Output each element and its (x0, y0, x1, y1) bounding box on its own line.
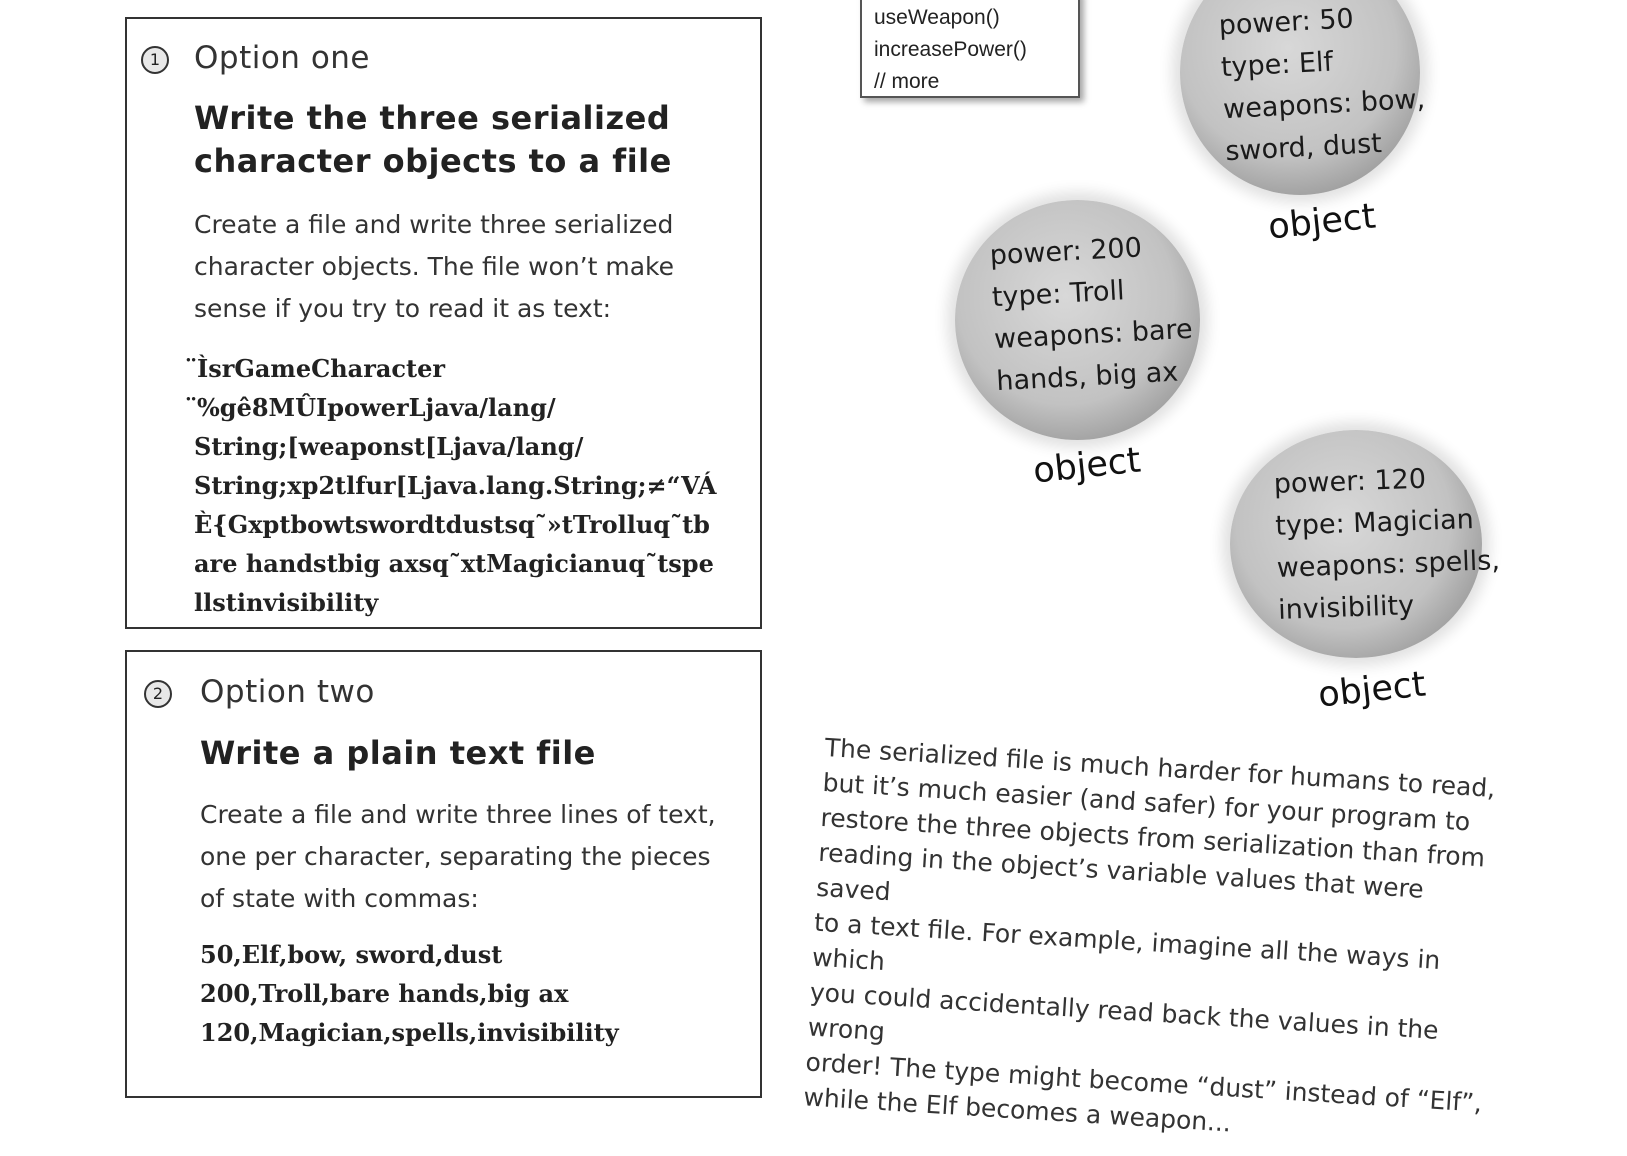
plain-text-file-content: 50,Elf,bow, sword,dust 200,Troll,bare ha… (200, 935, 619, 1052)
serialized-line: ¨%gê8MÛIpowerLjava/lang/ (185, 393, 556, 422)
plain-text-line: 50,Elf,bow, sword,dust (200, 940, 503, 969)
troll-object: power: 200 type: Troll weapons: bare han… (955, 200, 1215, 500)
serialized-line: are handstbig axsq˜xtMagicianuq˜tspe (194, 549, 714, 578)
object-state-text: power: 200 type: Troll weapons: bare han… (989, 225, 1196, 403)
option-one-description-line: character objects. The file won’t make (194, 252, 675, 281)
option-two-description-line: one per character, separating the pieces (200, 842, 711, 871)
plain-text-line: 200,Troll,bare hands,big ax (200, 979, 569, 1008)
option-one-title: Option one (194, 40, 370, 76)
option-one-heading-line: Write the three serialized (194, 99, 671, 137)
option-two-description-line: of state with commas: (200, 884, 479, 913)
option-one-description-line: Create a file and write three serialized (194, 210, 674, 239)
serialized-line: ¨ÌsrGameCharacter (185, 354, 446, 383)
serialized-line: È{Gxptbowtswordtdustsq˜»tTrolluq˜tb (194, 510, 710, 539)
object-label: object (1031, 440, 1143, 492)
option-one-number: 1 (141, 46, 169, 74)
option-two-number: 2 (144, 680, 172, 708)
option-one-panel: 1 Option one Write the three serialized … (125, 17, 762, 629)
method-line: useWeapon() (874, 6, 1000, 29)
method-line: // more (874, 70, 940, 93)
object-label: object (1266, 196, 1378, 248)
serialized-line: String;xp2tlfur[Ljava.lang.String;≠“VÁ (194, 471, 717, 500)
magician-object: power: 120 type: Magician weapons: spell… (1230, 430, 1500, 730)
elf-object: power: 50 type: Elf weapons: bow, sword,… (1180, 0, 1440, 250)
option-two-panel: 2 Option two Write a plain text file Cre… (125, 650, 762, 1098)
method-line: increasePower() (874, 38, 1027, 61)
object-state-line: weapons: spells, (1276, 545, 1501, 584)
option-two-heading: Write a plain text file (200, 734, 596, 772)
serialized-file-content: ¨ÌsrGameCharacter ¨%gê8MÛIpowerLjava/lan… (185, 349, 716, 622)
object-state-line: invisibility (1277, 590, 1415, 626)
option-two-title: Option two (200, 674, 375, 710)
option-two-description-line: Create a file and write three lines of t… (200, 800, 716, 829)
handwritten-annotation: The serialized file is much harder for h… (802, 730, 1504, 1156)
plain-text-line: 120,Magician,spells,invisibility (200, 1018, 619, 1047)
object-state-text: power: 120 type: Magician weapons: spell… (1273, 456, 1502, 632)
serialized-line: String;[weaponst[Ljava/lang/ (194, 432, 584, 461)
option-one-heading: Write the three serialized character obj… (194, 97, 672, 183)
serialized-line: llstinvisibility (194, 588, 379, 617)
option-two-description: Create a file and write three lines of t… (200, 794, 716, 920)
option-one-description-line: sense if you try to read it as text: (194, 294, 612, 323)
option-one-heading-line: character objects to a file (194, 142, 672, 180)
object-label: object (1316, 664, 1428, 716)
object-state-text: power: 50 type: Elf weapons: bow, sword,… (1218, 0, 1429, 173)
option-one-description: Create a file and write three serialized… (194, 204, 674, 330)
class-methods-card: useWeapon() increasePower() // more (860, 0, 1080, 98)
